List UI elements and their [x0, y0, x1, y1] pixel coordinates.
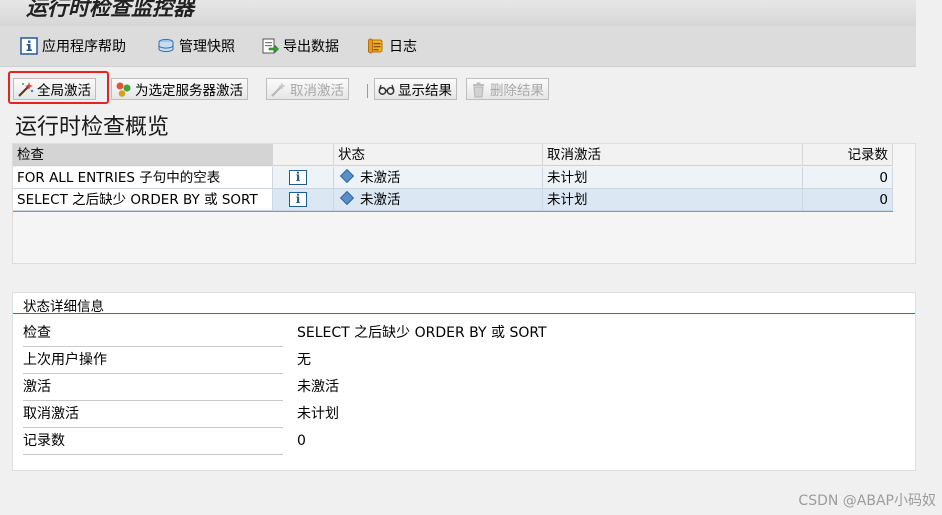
detail-row-last-user-action: 上次用户操作 无 [23, 347, 903, 374]
status-diamond-icon [339, 168, 355, 184]
column-header-records[interactable]: 记录数 [803, 144, 893, 166]
cell-deactivation[interactable]: 未计划 [543, 189, 803, 211]
cell-deactivation[interactable]: 未计划 [543, 167, 803, 189]
column-header-status[interactable]: 状态 [334, 144, 543, 166]
export-icon [261, 37, 279, 55]
application-help-label: 应用程序帮助 [42, 39, 126, 55]
cell-records[interactable]: 0 [803, 189, 893, 211]
runtime-check-grid: 检查 状态 取消激活 记录数 FOR ALL ENTRIES 子句中的空表 i … [12, 143, 916, 264]
details-title-divider [13, 313, 915, 314]
cell-records[interactable]: 0 [803, 167, 893, 189]
show-results-label: 显示结果 [398, 83, 452, 99]
trash-icon [470, 81, 487, 98]
detail-label: 检查 [23, 320, 283, 347]
activate-selected-servers-label: 为选定服务器激活 [135, 83, 243, 99]
detail-row-records: 记录数 0 [23, 428, 903, 455]
table-row-selected[interactable]: SELECT 之后缺少 ORDER BY 或 SORT i 未激活 未计划 0 [13, 189, 893, 212]
status-details-title: 状态详细信息 [23, 299, 104, 315]
database-icon [157, 37, 175, 55]
detail-value: 0 [297, 433, 306, 449]
detail-label: 取消激活 [23, 401, 283, 428]
log-button[interactable]: 日志 [367, 36, 417, 56]
export-data-label: 导出数据 [283, 39, 339, 55]
detail-value: 未计划 [297, 406, 339, 422]
status-text: 未激活 [360, 170, 401, 186]
title-bar: 运行时检查监控器 [0, 0, 916, 26]
detail-value: 未激活 [297, 379, 339, 395]
export-data-button[interactable]: 导出数据 [261, 36, 339, 56]
manage-snapshots-button[interactable]: 管理快照 [157, 36, 235, 56]
watermark: CSDN @ABAP小码奴 [798, 493, 936, 509]
status-details-panel: 状态详细信息 检查 SELECT 之后缺少 ORDER BY 或 SORT 上次… [12, 292, 916, 471]
deactivate-button[interactable]: 取消激活 [266, 78, 349, 100]
column-header-check[interactable]: 检查 [13, 144, 273, 166]
cell-status[interactable]: 未激活 [334, 189, 543, 211]
log-scroll-icon [367, 37, 385, 55]
deactivate-label: 取消激活 [290, 83, 344, 99]
cell-info: i [273, 189, 334, 211]
window-title: 运行时检查监控器 [26, 0, 194, 20]
detail-row-activation: 激活 未激活 [23, 374, 903, 401]
detail-row-check: 检查 SELECT 之后缺少 ORDER BY 或 SORT [23, 320, 903, 347]
delete-results-label: 删除结果 [490, 83, 544, 99]
detail-label: 激活 [23, 374, 283, 401]
cell-check[interactable]: SELECT 之后缺少 ORDER BY 或 SORT [13, 189, 273, 211]
info-icon[interactable]: i [289, 192, 307, 207]
cell-info: i [273, 167, 334, 189]
toolbar-separator [367, 84, 368, 98]
status-diamond-icon [339, 190, 355, 206]
column-header-info [273, 144, 334, 166]
log-label: 日志 [389, 39, 417, 55]
column-header-deactivation[interactable]: 取消激活 [543, 144, 803, 166]
servers-icon [115, 81, 132, 98]
info-icon [20, 37, 38, 55]
detail-value: SELECT 之后缺少 ORDER BY 或 SORT [297, 325, 547, 341]
table-row[interactable]: FOR ALL ENTRIES 子句中的空表 i 未激活 未计划 0 [13, 167, 893, 189]
info-icon[interactable]: i [289, 170, 307, 185]
detail-value: 无 [297, 352, 311, 368]
status-text: 未激活 [360, 192, 401, 208]
application-help-button[interactable]: 应用程序帮助 [20, 36, 126, 56]
show-results-button[interactable]: 显示结果 [374, 78, 457, 100]
overview-title: 运行时检查概览 [15, 115, 170, 140]
activate-selected-servers-button[interactable]: 为选定服务器激活 [111, 78, 248, 100]
cell-check[interactable]: FOR ALL ENTRIES 子句中的空表 [13, 167, 273, 189]
glasses-icon [378, 81, 395, 98]
activate-all-highlight [8, 71, 109, 104]
magic-wand-disabled-icon [270, 81, 287, 98]
cell-status[interactable]: 未激活 [334, 167, 543, 189]
detail-row-deactivation: 取消激活 未计划 [23, 401, 903, 428]
delete-results-button[interactable]: 删除结果 [466, 78, 549, 100]
grid-header: 检查 状态 取消激活 记录数 [13, 144, 893, 166]
manage-snapshots-label: 管理快照 [179, 39, 235, 55]
application-toolbar: 应用程序帮助 管理快照 导出数据 日志 [0, 26, 916, 67]
detail-label: 记录数 [23, 428, 283, 455]
detail-label: 上次用户操作 [23, 347, 283, 374]
